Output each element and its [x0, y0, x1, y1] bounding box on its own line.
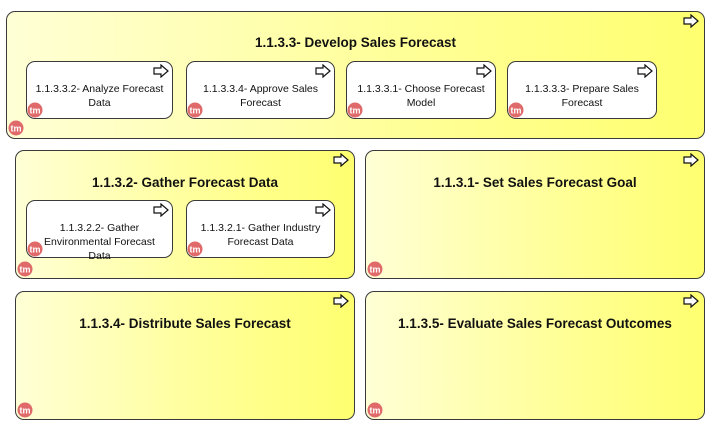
process-label: 1.1.3.3.3- Prepare Sales Forecast	[525, 83, 639, 109]
process-arrow-icon	[637, 64, 653, 78]
group-title: 1.1.3.2- Gather Forecast Data	[91, 175, 279, 190]
group-evaluate-sales-forecast-outcomes[interactable]: 1.1.3.5- Evaluate Sales Forecast Outcome…	[365, 291, 705, 420]
process-prepare-sales-forecast[interactable]: 1.1.3.3.3- Prepare Sales Forecast	[507, 61, 657, 119]
tm-marker-icon	[8, 120, 24, 136]
process-arrow-icon	[683, 153, 699, 167]
group-develop-sales-forecast[interactable]: 1.1.3.3- Develop Sales Forecast 1.1.3.3.…	[6, 11, 705, 139]
group-gather-forecast-data[interactable]: 1.1.3.2- Gather Forecast Data 1.1.3.2.2-…	[15, 150, 355, 279]
group-title: 1.1.3.1- Set Sales Forecast Goal	[433, 175, 637, 190]
process-analyze-forecast-data[interactable]: 1.1.3.3.2- Analyze Forecast Data	[26, 61, 173, 119]
process-arrow-icon	[476, 64, 492, 78]
tm-marker-icon	[367, 402, 383, 418]
tm-marker-icon	[17, 261, 33, 277]
tm-marker-icon	[17, 402, 33, 418]
process-arrow-icon	[683, 14, 699, 28]
process-gather-environmental-forecast-data[interactable]: 1.1.3.2.2- Gather Environmental Forecast…	[26, 200, 173, 262]
process-arrow-icon	[153, 203, 169, 217]
group-title: 1.1.3.3- Develop Sales Forecast	[254, 35, 457, 50]
tm-marker-icon	[187, 241, 203, 257]
process-label: 1.1.3.2.2- Gather Environmental Forecast…	[44, 222, 155, 262]
process-label: 1.1.3.2.1- Gather Industry Forecast Data	[200, 222, 321, 248]
process-choose-forecast-model[interactable]: 1.1.3.3.1- Choose Forecast Model	[346, 61, 496, 119]
process-approve-sales-forecast[interactable]: 1.1.3.3.4- Approve Sales Forecast	[186, 61, 335, 119]
group-distribute-sales-forecast[interactable]: 1.1.3.4- Distribute Sales Forecast	[15, 291, 355, 420]
process-label: 1.1.3.3.2- Analyze Forecast Data	[35, 83, 164, 109]
process-arrow-icon	[333, 153, 349, 167]
process-gather-industry-forecast-data[interactable]: 1.1.3.2.1- Gather Industry Forecast Data	[186, 200, 335, 258]
group-title: 1.1.3.5- Evaluate Sales Forecast Outcome…	[398, 316, 672, 331]
tm-marker-icon	[508, 102, 524, 118]
process-label: 1.1.3.3.1- Choose Forecast Model	[357, 83, 485, 109]
process-arrow-icon	[683, 294, 699, 308]
process-arrow-icon	[153, 64, 169, 78]
group-set-sales-forecast-goal[interactable]: 1.1.3.1- Set Sales Forecast Goal	[365, 150, 705, 279]
tm-marker-icon	[27, 102, 43, 118]
tm-marker-icon	[347, 102, 363, 118]
group-title: 1.1.3.4- Distribute Sales Forecast	[79, 316, 291, 331]
process-arrow-icon	[315, 64, 331, 78]
tm-marker-icon	[187, 102, 203, 118]
process-label: 1.1.3.3.4- Approve Sales Forecast	[203, 83, 318, 109]
process-arrow-icon	[315, 203, 331, 217]
tm-marker-icon	[367, 261, 383, 277]
tm-marker-icon	[27, 241, 43, 257]
process-arrow-icon	[333, 294, 349, 308]
